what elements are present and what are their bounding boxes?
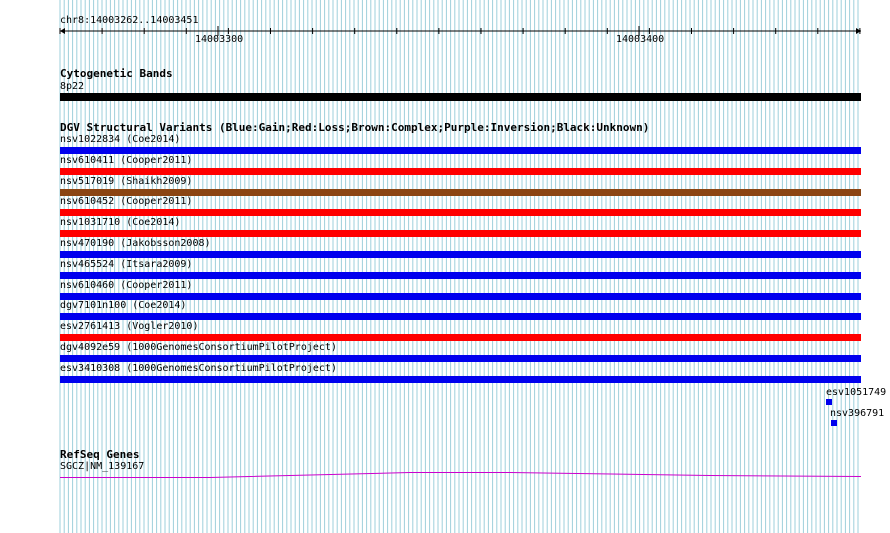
dgv-feature-bar[interactable] — [60, 292, 861, 300]
cyto-track-title[interactable]: Cytogenetic Bands — [60, 67, 173, 80]
cyto-band-label: 8p22 — [60, 81, 85, 92]
refseq-track-title[interactable]: RefSeq Genes — [60, 448, 139, 461]
dgv-edge-feature[interactable] — [826, 399, 832, 405]
coordinate-ruler[interactable] — [0, 0, 890, 60]
dgv-track-title[interactable]: DGV Structural Variants (Blue:Gain;Red:L… — [60, 121, 649, 134]
dgv-edge-feature[interactable] — [831, 420, 837, 426]
dgv-feature-label[interactable]: nsv610460 (Cooper2011) — [60, 280, 192, 292]
ruler-left-arrow-icon — [60, 28, 65, 34]
dgv-feature-bar[interactable] — [60, 355, 861, 362]
dgv-feature-label[interactable]: nsv470190 (Jakobsson2008) — [60, 238, 211, 250]
dgv-feature-bar[interactable] — [60, 209, 861, 217]
dgv-feature-bar[interactable] — [60, 271, 861, 279]
dgv-feature-bar[interactable] — [60, 375, 861, 383]
dgv-feature-bar[interactable] — [60, 230, 861, 238]
dgv-feature-bar[interactable] — [60, 334, 861, 342]
dgv-feature-label[interactable]: nsv610411 (Cooper2011) — [60, 155, 192, 167]
dgv-feature-label[interactable]: nsv610452 (Cooper2011) — [60, 196, 192, 208]
cyto-band-bar[interactable] — [60, 93, 861, 101]
dgv-feature-label[interactable]: dgv4092e59 (1000GenomesConsortiumPilotPr… — [60, 342, 337, 354]
dgv-feature-label[interactable]: nsv465524 (Itsara2009) — [60, 259, 192, 271]
ruler-tick-label: 14003300 — [195, 34, 244, 45]
dgv-feature-label[interactable]: esv2761413 (Vogler2010) — [60, 321, 198, 333]
dgv-edge-label[interactable]: nsv396791 — [830, 408, 884, 420]
dgv-feature-label[interactable]: nsv1031710 (Coe2014) — [60, 217, 180, 229]
dgv-edge-label[interactable]: esv1051749 — [826, 387, 886, 399]
dgv-feature-label[interactable]: esv3410308 (1000GenomesConsortiumPilotPr… — [60, 363, 337, 375]
dgv-feature-bar[interactable] — [60, 147, 861, 154]
ruler-range-label: chr8:14003262..14003451 — [60, 15, 199, 26]
dgv-feature-label[interactable]: nsv1022834 (Coe2014) — [60, 134, 180, 146]
dgv-feature-label[interactable]: nsv517019 (Shaikh2009) — [60, 176, 192, 188]
dgv-feature-bar[interactable] — [60, 251, 861, 258]
refseq-gene-line[interactable] — [0, 470, 890, 482]
dgv-feature-bar[interactable] — [60, 313, 861, 321]
dgv-feature-label[interactable]: dgv7101n100 (Coe2014) — [60, 300, 186, 312]
dgv-feature-bar[interactable] — [60, 188, 861, 196]
dgv-feature-bar[interactable] — [60, 167, 861, 175]
ruler-tick-label: 14003400 — [616, 34, 665, 45]
